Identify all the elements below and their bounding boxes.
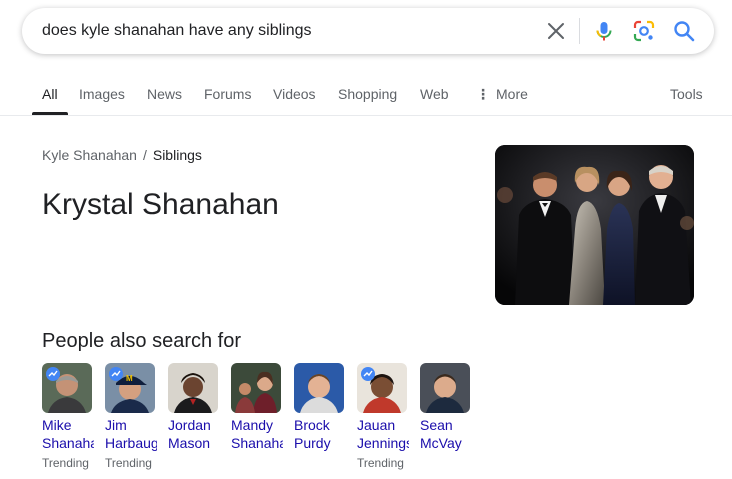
trending-icon xyxy=(46,367,60,381)
avatar xyxy=(42,363,92,413)
person-last-name: Harbaugh xyxy=(105,435,157,451)
tab-more[interactable]: ⋮ More xyxy=(476,86,528,103)
person-card[interactable]: Mike Shanahan Trending xyxy=(42,363,94,470)
person-name: Mandy Shanahan xyxy=(231,416,283,452)
tab-more-label: More xyxy=(496,86,528,102)
tools-button[interactable]: Tools xyxy=(670,86,703,102)
breadcrumb-separator: / xyxy=(142,147,147,163)
tab-shopping[interactable]: Shopping xyxy=(338,86,397,102)
person-first-name: Jauan xyxy=(357,417,396,433)
person-name: Jauan Jennings xyxy=(357,416,409,452)
person-first-name: Mike xyxy=(42,417,72,433)
trending-icon xyxy=(361,367,375,381)
person-name: Sean McVay xyxy=(420,416,472,452)
lens-icon[interactable] xyxy=(632,19,656,43)
answer-title: Krystal Shanahan xyxy=(42,188,279,221)
person-first-name: Mandy xyxy=(231,417,274,433)
person-card[interactable]: M Jim Harbaugh Trending xyxy=(105,363,157,470)
search-divider xyxy=(579,18,580,44)
person-card[interactable]: Jordan Mason xyxy=(168,363,220,456)
tab-news[interactable]: News xyxy=(147,86,182,102)
person-name: Mike Shanahan xyxy=(42,416,94,452)
person-first-name: Sean xyxy=(420,417,453,433)
person-card[interactable]: Brock Purdy xyxy=(294,363,346,456)
tab-web[interactable]: Web xyxy=(420,86,449,102)
person-name: Jim Harbaugh xyxy=(105,416,157,452)
trending-label: Trending xyxy=(357,456,404,470)
person-last-name: Jennings xyxy=(357,435,409,451)
answer-photo[interactable] xyxy=(495,145,694,305)
search-input[interactable] xyxy=(42,8,522,54)
search-tabs: All Images News Forums Videos Shopping W… xyxy=(0,76,732,116)
trending-label: Trending xyxy=(105,456,152,470)
breadcrumb-parent[interactable]: Kyle Shanahan xyxy=(42,147,137,163)
person-last-name: Mason xyxy=(168,435,211,451)
person-first-name: Jim xyxy=(105,417,127,433)
trending-icon xyxy=(109,367,123,381)
breadcrumb-current: Siblings xyxy=(152,147,202,163)
search-bar xyxy=(22,8,714,54)
person-first-name: Jordan xyxy=(168,417,211,433)
trending-label: Trending xyxy=(42,456,89,470)
person-card[interactable]: Sean McVay xyxy=(420,363,472,456)
person-last-name: Purdy xyxy=(294,435,331,451)
person-last-name: Shanahan xyxy=(231,435,283,451)
search-icon[interactable] xyxy=(672,19,696,43)
breadcrumb: Kyle Shanahan / Siblings xyxy=(42,147,202,163)
mic-icon[interactable] xyxy=(592,19,616,43)
clear-icon[interactable] xyxy=(544,19,568,43)
person-name: Brock Purdy xyxy=(294,416,346,452)
avatar: M xyxy=(105,363,155,413)
avatar xyxy=(294,363,344,413)
person-name: Jordan Mason xyxy=(168,416,220,452)
person-card[interactable]: Mandy Shanahan xyxy=(231,363,283,456)
avatar xyxy=(231,363,281,413)
person-last-name: McVay xyxy=(420,435,462,451)
person-first-name: Brock xyxy=(294,417,330,433)
people-also-search-heading: People also search for xyxy=(42,330,242,352)
avatar xyxy=(420,363,470,413)
tab-videos[interactable]: Videos xyxy=(273,86,316,102)
tabs-divider xyxy=(0,115,732,116)
avatar xyxy=(357,363,407,413)
person-card[interactable]: Jauan Jennings Trending xyxy=(357,363,409,470)
person-last-name: Shanahan xyxy=(42,435,94,451)
svg-text:M: M xyxy=(126,374,133,383)
more-vert-icon: ⋮ xyxy=(476,86,490,102)
avatar xyxy=(168,363,218,413)
tab-forums[interactable]: Forums xyxy=(204,86,251,102)
tab-images[interactable]: Images xyxy=(79,86,125,102)
tab-all[interactable]: All xyxy=(42,86,58,102)
